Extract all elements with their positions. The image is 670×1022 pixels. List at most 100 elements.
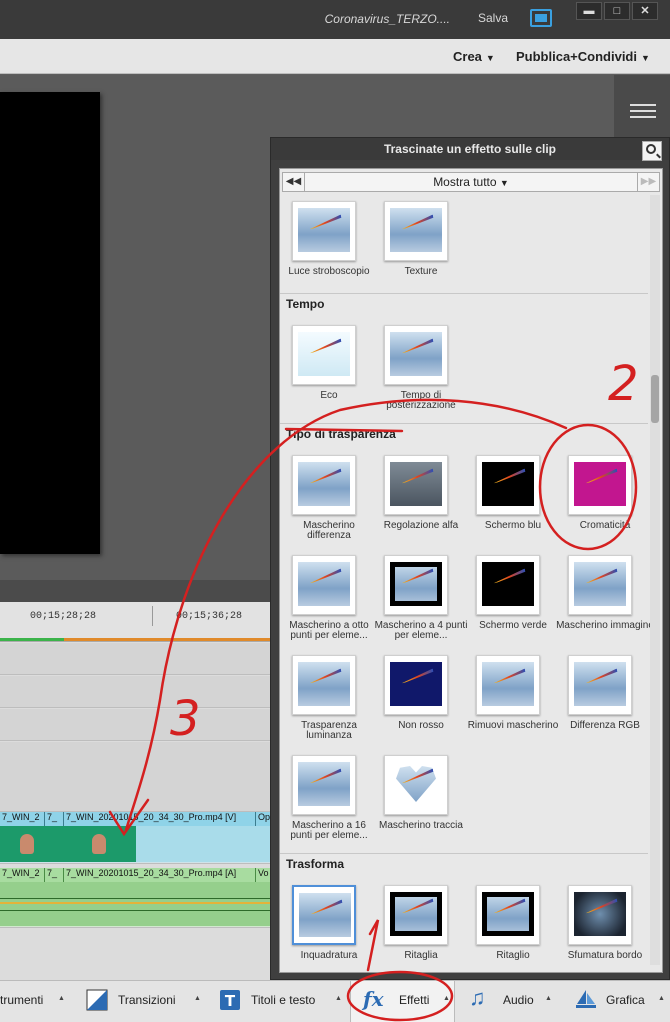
tools-label: trumenti bbox=[0, 993, 44, 1007]
effect-thumbnail[interactable] bbox=[476, 455, 540, 515]
publish-share-menu[interactable]: Pubblica+Condividi ▼ bbox=[516, 49, 650, 64]
effect-item[interactable]: Texture bbox=[378, 201, 464, 297]
video-clip-label[interactable]: Op bbox=[256, 812, 270, 826]
chevron-up-icon: ▲ bbox=[335, 995, 342, 1002]
effect-item[interactable]: Schermo blu bbox=[470, 455, 556, 551]
effect-item[interactable]: Rimuovi mascherino bbox=[468, 655, 558, 751]
effect-thumbnail[interactable] bbox=[476, 885, 540, 945]
effect-item[interactable]: Regolazione alfa bbox=[378, 455, 464, 551]
effect-item[interactable]: Differenza RGB bbox=[562, 655, 648, 751]
effect-item[interactable]: Sfumatura bordo bbox=[562, 885, 648, 981]
effect-thumbnail[interactable] bbox=[292, 755, 356, 815]
video-clip-label[interactable]: 7_WIN_2 bbox=[0, 812, 45, 826]
effect-item[interactable]: Ritaglio bbox=[470, 885, 556, 981]
effect-thumbnail[interactable] bbox=[568, 455, 632, 515]
titles-text-button[interactable]: T Titoli e testo ▲ bbox=[215, 981, 345, 1022]
effect-label: Tempo di posterizzazione bbox=[386, 390, 456, 411]
video-preview[interactable] bbox=[0, 92, 100, 554]
effect-item[interactable]: Eco bbox=[286, 325, 372, 421]
timeline-header bbox=[0, 580, 270, 602]
previous-icon[interactable]: ◀◀ bbox=[283, 173, 305, 191]
video-clip-thumbnail[interactable] bbox=[64, 826, 136, 862]
audio-label: Audio bbox=[503, 993, 534, 1007]
hang-glider-graphic bbox=[308, 469, 343, 484]
effect-thumbnail[interactable] bbox=[384, 755, 448, 815]
effect-item[interactable]: Schermo verde bbox=[470, 555, 556, 651]
effect-thumbnail[interactable] bbox=[568, 885, 632, 945]
transitions-button[interactable]: Transizioni ▲ bbox=[80, 981, 205, 1022]
effect-thumbnail[interactable] bbox=[292, 885, 356, 945]
effect-thumbnail[interactable] bbox=[292, 455, 356, 515]
effect-thumbnail[interactable] bbox=[384, 201, 448, 261]
fx-icon: fx bbox=[363, 987, 384, 1011]
effects-filter-dropdown[interactable]: ◀◀ Mostra tutto ▼ ▶▶ bbox=[282, 172, 660, 192]
effect-thumbnail[interactable] bbox=[384, 885, 448, 945]
effect-thumbnail[interactable] bbox=[292, 325, 356, 385]
effects-button[interactable]: fx Effetti ▲ bbox=[350, 981, 455, 1022]
search-button[interactable] bbox=[642, 141, 662, 161]
effect-item[interactable]: Cromaticità bbox=[562, 455, 648, 551]
audio-clip-label[interactable]: 7_ bbox=[45, 868, 64, 882]
effect-thumbnail[interactable] bbox=[568, 555, 632, 615]
effect-item[interactable]: Inquadratura bbox=[286, 885, 372, 981]
effect-item[interactable]: Ritaglia bbox=[378, 885, 464, 981]
effect-thumbnail[interactable] bbox=[292, 201, 356, 261]
effect-preview-image bbox=[298, 562, 350, 606]
hang-glider-graphic bbox=[584, 469, 619, 484]
video-clip-label[interactable]: 7_WIN_20201015_20_34_30_Pro.mp4 [V] bbox=[64, 812, 256, 826]
hang-glider-graphic bbox=[400, 899, 435, 914]
graphics-button[interactable]: Grafica ▲ bbox=[570, 981, 670, 1022]
project-name: Coronavirus_TERZO.... bbox=[324, 12, 450, 26]
effect-thumbnail[interactable] bbox=[476, 555, 540, 615]
effect-thumbnail[interactable] bbox=[476, 655, 540, 715]
effect-label: Ritaglio bbox=[496, 950, 530, 961]
audio-clip-label[interactable]: 7_WIN_20201015_20_34_30_Pro.mp4 [A] bbox=[64, 868, 256, 882]
effect-item[interactable]: Mascherino a 4 punti per eleme... bbox=[375, 555, 467, 651]
effect-item[interactable]: Trasparenza luminanza bbox=[286, 655, 372, 751]
effect-item[interactable]: Mascherino a otto punti per eleme... bbox=[286, 555, 372, 651]
audio-waveform[interactable] bbox=[0, 882, 270, 926]
effect-thumbnail[interactable] bbox=[384, 555, 448, 615]
audio-clip-label[interactable]: Vo bbox=[256, 868, 270, 882]
effect-item[interactable]: Mascherino differenza bbox=[286, 455, 372, 551]
effect-item[interactable]: Tempo di posterizzazione bbox=[378, 325, 464, 421]
effect-label: Schermo blu bbox=[484, 520, 542, 531]
tools-button[interactable]: trumenti ▲ bbox=[0, 981, 75, 1022]
video-clip-label[interactable]: 7_ bbox=[45, 812, 64, 826]
effect-thumbnail[interactable] bbox=[384, 455, 448, 515]
save-button[interactable]: Salva bbox=[478, 11, 508, 25]
effects-filter-label: Mostra tutto bbox=[433, 175, 497, 189]
effect-preview-image bbox=[390, 332, 442, 376]
close-button[interactable]: ✕ bbox=[632, 2, 658, 20]
effect-thumbnail[interactable] bbox=[384, 325, 448, 385]
effect-item[interactable]: Mascherino a 16 punti per eleme... bbox=[286, 755, 372, 851]
effects-scrollbar[interactable] bbox=[650, 195, 660, 965]
audio-button[interactable]: ♫ Audio ▲ bbox=[465, 981, 560, 1022]
timeline-panel: 00;15;28;28 00;15;36;28 7_WIN_2 7_ 7_WIN… bbox=[0, 580, 270, 980]
video-clip-body[interactable] bbox=[136, 826, 270, 862]
effect-thumbnail[interactable] bbox=[292, 655, 356, 715]
scroll-thumb[interactable] bbox=[651, 375, 659, 423]
time-ruler[interactable]: 00;15;28;28 00;15;36;28 bbox=[0, 602, 270, 642]
adjust-sliders-icon[interactable] bbox=[630, 100, 656, 122]
audio-clip-label[interactable]: 7_WIN_2 bbox=[0, 868, 45, 882]
effect-thumbnail[interactable] bbox=[384, 655, 448, 715]
effect-preview-image bbox=[390, 562, 442, 606]
maximize-button[interactable]: □ bbox=[604, 2, 630, 20]
effect-item[interactable]: Mascherino immagine bbox=[556, 555, 654, 651]
timecode-label: 00;15;28;28 bbox=[30, 611, 97, 622]
effect-preview-image bbox=[574, 892, 626, 936]
effect-preview-image bbox=[482, 892, 534, 936]
effect-item[interactable]: Non rosso bbox=[378, 655, 464, 751]
effect-item[interactable]: Mascherino traccia bbox=[378, 755, 464, 851]
effect-item[interactable]: Luce stroboscopio bbox=[286, 201, 372, 297]
minimize-button[interactable]: ▬ bbox=[576, 2, 602, 20]
video-clip-thumbnail[interactable] bbox=[0, 826, 64, 862]
create-menu[interactable]: Crea ▼ bbox=[453, 49, 495, 64]
effect-thumbnail[interactable] bbox=[292, 555, 356, 615]
next-icon[interactable]: ▶▶ bbox=[637, 173, 659, 191]
section-divider bbox=[280, 293, 648, 294]
fullscreen-monitor-icon[interactable] bbox=[530, 9, 552, 27]
effect-thumbnail[interactable] bbox=[568, 655, 632, 715]
effect-label: Non rosso bbox=[398, 720, 444, 731]
